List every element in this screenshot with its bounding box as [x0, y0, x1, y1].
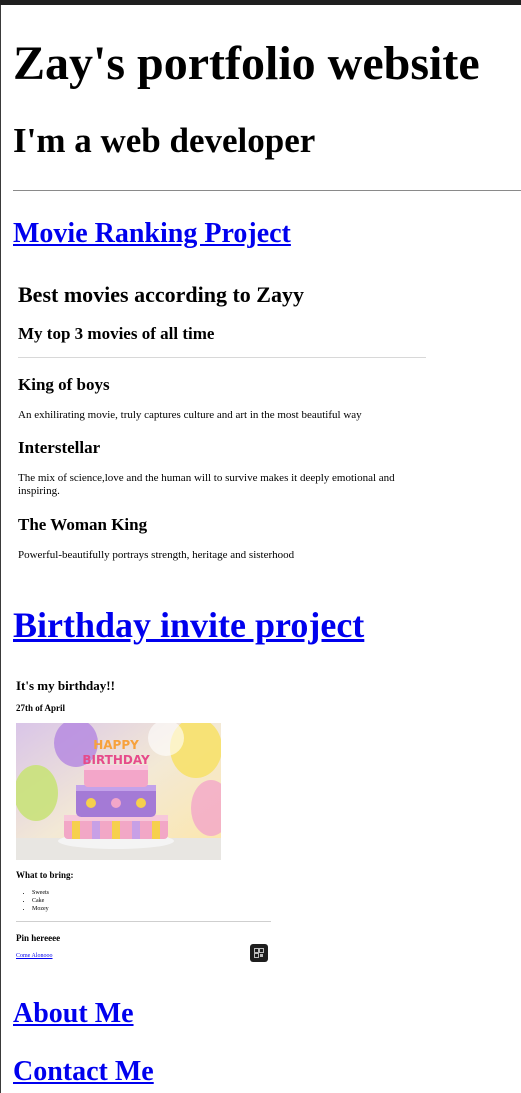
- qr-code-button[interactable]: [250, 944, 268, 962]
- come-along-link[interactable]: Come Alonooo: [16, 952, 53, 960]
- what-to-bring-heading: What to bring:: [16, 870, 74, 880]
- birthday-divider: [16, 921, 271, 922]
- birthday-cake-image: HAPPY BIRTHDAY: [16, 723, 221, 860]
- movie-title-1: King of boys: [18, 375, 110, 394]
- about-me-link[interactable]: About Me: [13, 997, 134, 1031]
- page-title: Zay's portfolio website: [13, 37, 480, 90]
- movie-description-3: Powerful-beautifully portrays strength, …: [18, 549, 295, 561]
- movie-ranking-embed: Best movies according to Zayy My top 3 m…: [13, 270, 428, 570]
- list-item: Cake: [32, 897, 49, 905]
- pin-heading: Pin hereeee: [16, 933, 61, 943]
- browser-top-bar: [0, 0, 521, 5]
- divider: [13, 190, 521, 191]
- movie-ranking-project-link[interactable]: Movie Ranking Project: [13, 217, 291, 251]
- movie-embed-subtitle: My top 3 movies of all time: [18, 324, 215, 343]
- movie-title-2: Interstellar: [18, 438, 101, 457]
- list-item: Sweets: [32, 889, 49, 897]
- movie-embed-title: Best movies according to Zayy: [18, 282, 304, 307]
- birthday-invite-embed: It's my birthday!! 27th of April HAPPY B…: [13, 670, 273, 970]
- bring-list: Sweets Cake Mozey: [16, 889, 49, 913]
- movie-description-2: The mix of science,love and the human wi…: [18, 472, 395, 497]
- movie-description-1: An exhilirating movie, truly captures cu…: [18, 409, 362, 421]
- page-subtitle: I'm a web developer: [13, 121, 316, 160]
- contact-me-link[interactable]: Contact Me: [13, 1055, 154, 1089]
- birthday-date: 27th of April: [16, 703, 66, 713]
- movie-title-3: The Woman King: [18, 515, 148, 534]
- window-left-border: [0, 5, 1, 1093]
- qr-code-icon: [254, 948, 264, 958]
- birthday-heading: It's my birthday!!: [16, 678, 115, 693]
- birthday-invite-project-link[interactable]: Birthday invite project: [13, 603, 364, 647]
- list-item: Mozey: [32, 905, 49, 913]
- svg-text:BIRTHDAY: BIRTHDAY: [82, 753, 150, 767]
- movie-embed-divider: [18, 357, 426, 358]
- svg-text:HAPPY: HAPPY: [93, 738, 139, 752]
